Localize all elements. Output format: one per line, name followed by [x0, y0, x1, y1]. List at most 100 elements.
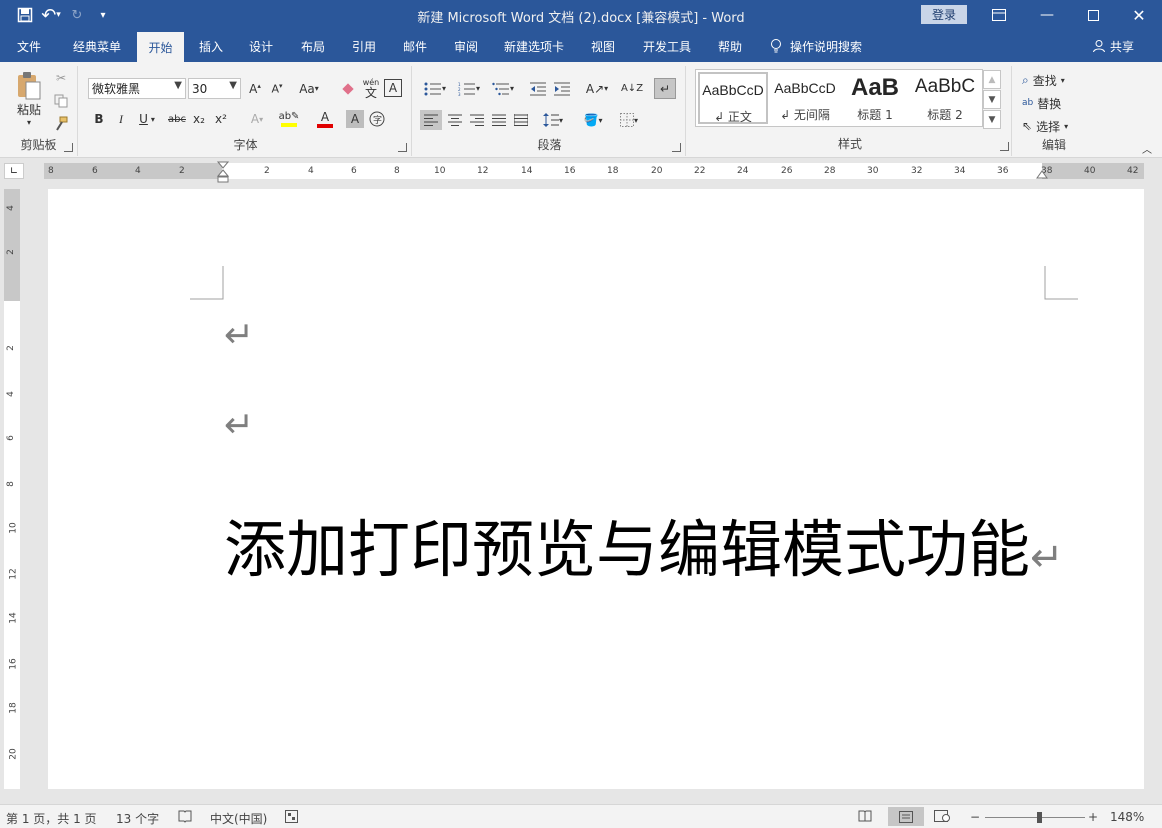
print-layout-button[interactable]: [888, 807, 924, 826]
tab-help[interactable]: 帮助: [707, 30, 753, 62]
web-layout-button[interactable]: [934, 810, 950, 825]
tab-references[interactable]: 引用: [341, 30, 387, 62]
zoom-slider-track[interactable]: [985, 817, 1085, 818]
accessibility-icon[interactable]: [285, 810, 298, 826]
zoom-out-button[interactable]: −: [970, 810, 980, 824]
align-right-button[interactable]: [466, 110, 488, 130]
tell-me-search[interactable]: 操作说明搜索: [770, 30, 862, 62]
proofing-icon[interactable]: [178, 810, 192, 826]
sort-button[interactable]: A↓Z: [621, 78, 643, 99]
borders-button[interactable]: ▾: [614, 110, 644, 130]
tab-review[interactable]: 审阅: [443, 30, 489, 62]
paragraph-mark[interactable]: ↵: [224, 405, 254, 446]
bold-button[interactable]: B: [90, 110, 108, 128]
tab-new-tab[interactable]: 新建选项卡: [498, 30, 570, 62]
login-button[interactable]: 登录: [921, 5, 967, 24]
word-count[interactable]: 13 个字: [116, 810, 159, 827]
tab-insert[interactable]: 插入: [188, 30, 234, 62]
distributed-button[interactable]: [510, 110, 532, 130]
bullets-button[interactable]: ▾: [420, 78, 450, 99]
right-indent-marker-icon[interactable]: [1036, 170, 1048, 180]
styles-dialog-launcher[interactable]: [1000, 142, 1009, 151]
macro-icon: [285, 810, 298, 823]
style-normal[interactable]: AaBbCcD ↲ 正文: [698, 72, 768, 124]
font-size-combo[interactable]: 30 ▼: [188, 78, 241, 99]
vertical-ruler[interactable]: 4 2 2 4 6 8 10 12 14 16 18 20: [4, 189, 20, 789]
eraser-icon: [342, 82, 354, 95]
grow-font-button[interactable]: A▴: [246, 78, 264, 99]
style-heading-2[interactable]: AaBbC 标题 2: [910, 72, 980, 124]
font-name-combo[interactable]: 微软雅黑 ▼: [88, 78, 186, 99]
tab-developer[interactable]: 开发工具: [636, 30, 698, 62]
tab-design[interactable]: 设计: [238, 30, 284, 62]
maximize-button[interactable]: [1070, 0, 1116, 30]
close-button[interactable]: ✕: [1116, 0, 1162, 30]
indent-marker-icon[interactable]: [217, 161, 229, 183]
subscript-button[interactable]: x₂: [190, 110, 208, 128]
paragraph-shading-button[interactable]: 🪣 ▾: [578, 110, 608, 130]
find-button[interactable]: ⌕ 查找 ▾: [1022, 70, 1086, 90]
document-heading[interactable]: 添加打印预览与编辑模式功能↵: [224, 499, 1064, 589]
tab-classic-menu[interactable]: 经典菜单: [62, 30, 132, 62]
gallery-scroll-down[interactable]: ▼: [983, 90, 1001, 109]
text-direction-button[interactable]: A↗ ▾: [582, 78, 612, 99]
superscript-button[interactable]: x²: [212, 110, 230, 128]
share-button[interactable]: 共享: [1092, 30, 1134, 62]
font-dialog-launcher[interactable]: [398, 143, 407, 152]
gallery-more[interactable]: ▼: [983, 110, 1001, 129]
style-sample: AaBbCcD: [774, 80, 836, 96]
style-heading-1[interactable]: AaB 标题 1: [840, 72, 910, 124]
clipboard-dialog-launcher[interactable]: [64, 143, 73, 152]
replace-button[interactable]: ab 替换: [1022, 93, 1086, 113]
line-spacing-button[interactable]: ▾: [538, 110, 568, 130]
collapse-ribbon-button[interactable]: ︿: [1140, 142, 1154, 156]
horizontal-ruler[interactable]: 8 6 4 2 2 4 6 8 10 12 14 16 18 20 22 24 …: [44, 161, 1144, 183]
select-button[interactable]: ⇖ 选择 ▾: [1022, 116, 1086, 136]
format-painter-button[interactable]: [52, 115, 70, 133]
numbering-button[interactable]: 1 2 3 ▾: [454, 78, 484, 99]
ribbon-display-options-button[interactable]: [976, 0, 1022, 30]
highlight-color-button[interactable]: ab✎: [274, 108, 304, 130]
tab-view[interactable]: 视图: [580, 30, 626, 62]
increase-indent-button[interactable]: [552, 78, 572, 99]
copy-button[interactable]: [52, 92, 70, 110]
underline-button[interactable]: U ▾: [134, 110, 160, 128]
minimize-button[interactable]: —: [1024, 0, 1070, 30]
decrease-indent-button[interactable]: [528, 78, 548, 99]
ruler-tick: 12: [8, 568, 19, 580]
strikethrough-button[interactable]: abc: [166, 110, 188, 128]
change-case-button[interactable]: Aa ▾: [294, 78, 324, 99]
italic-button[interactable]: I: [112, 110, 130, 128]
character-border-button[interactable]: A: [384, 79, 402, 97]
paragraph-mark[interactable]: ↵: [224, 315, 254, 356]
paragraph-dialog-launcher[interactable]: [672, 143, 681, 152]
enclose-characters-button[interactable]: 字: [368, 110, 386, 128]
zoom-slider-thumb[interactable]: [1037, 812, 1042, 823]
tab-layout[interactable]: 布局: [290, 30, 336, 62]
document-page[interactable]: ↵ ↵ 添加打印预览与编辑模式功能↵: [48, 189, 1144, 789]
tab-selector[interactable]: ∟: [4, 163, 24, 179]
align-center-button[interactable]: [444, 110, 466, 130]
shrink-font-button[interactable]: A▾: [268, 78, 286, 99]
text-effects-button[interactable]: A ▾: [244, 110, 270, 128]
show-paragraph-marks-button[interactable]: ↵: [654, 78, 676, 99]
align-left-button[interactable]: [420, 110, 442, 130]
phonetic-guide-button[interactable]: wén 文: [360, 76, 382, 100]
zoom-level[interactable]: 148%: [1110, 810, 1144, 824]
zoom-in-button[interactable]: +: [1088, 810, 1098, 824]
style-no-spacing[interactable]: AaBbCcD ↲ 无间隔: [770, 72, 840, 124]
font-color-button[interactable]: A: [310, 108, 340, 130]
tab-home[interactable]: 开始: [137, 32, 184, 62]
cut-button[interactable]: ✂: [52, 69, 70, 87]
tab-file[interactable]: 文件: [6, 30, 52, 62]
clear-formatting-button[interactable]: [338, 78, 358, 99]
character-shading-button[interactable]: A: [346, 110, 364, 128]
page-count[interactable]: 第 1 页，共 1 页: [6, 810, 97, 827]
gallery-scroll-up[interactable]: ▲: [983, 70, 1001, 89]
language-indicator[interactable]: 中文(中国): [210, 810, 267, 827]
multilevel-list-button[interactable]: ▾: [488, 78, 518, 99]
read-mode-button[interactable]: [858, 810, 872, 825]
justify-button[interactable]: [488, 110, 510, 130]
tab-mailings[interactable]: 邮件: [392, 30, 438, 62]
paste-button[interactable]: 粘贴 ▾: [12, 68, 46, 130]
